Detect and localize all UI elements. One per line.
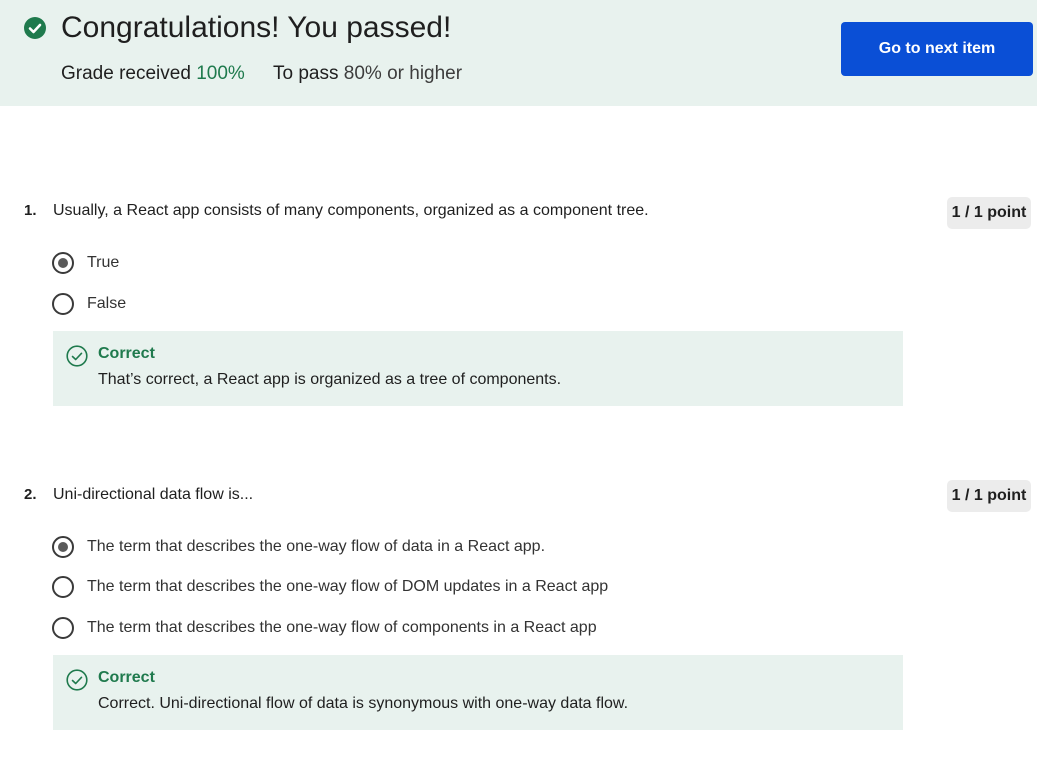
question-number: 1.	[24, 202, 37, 219]
feedback-text: That’s correct, a React app is organized…	[98, 371, 562, 388]
feedback-box: Correct Correct. Uni-directional flow of…	[53, 655, 903, 730]
to-pass-value: 80% or higher	[343, 63, 463, 84]
option-2[interactable]: The term that describes the one-way flow…	[52, 575, 608, 599]
question-number: 2.	[24, 486, 37, 503]
radio-selected[interactable]	[52, 252, 74, 274]
feedback-box: Correct That’s correct, a React app is o…	[53, 331, 903, 406]
pass-banner: Congratulations! You passed! Grade recei…	[0, 0, 1037, 106]
option-3[interactable]: The term that describes the one-way flow…	[52, 616, 597, 640]
option-false[interactable]: False	[52, 292, 126, 316]
option-label: The term that describes the one-way flow…	[87, 619, 597, 636]
check-circle-filled-icon	[24, 17, 46, 39]
feedback-text: Correct. Uni-directional flow of data is…	[98, 695, 629, 712]
question-text: Usually, a React app consists of many co…	[53, 202, 649, 219]
check-circle-outline-icon	[66, 669, 88, 691]
page-title: Congratulations! You passed!	[61, 11, 452, 44]
question-text: Uni-directional data flow is...	[53, 486, 254, 503]
grade-received-value: 100%	[196, 63, 245, 84]
radio-unselected[interactable]	[52, 293, 74, 315]
option-label: The term that describes the one-way flow…	[87, 578, 609, 595]
option-label: The term that describes the one-way flow…	[87, 538, 546, 555]
grade-received-label: Grade received	[61, 63, 191, 84]
option-label: False	[87, 295, 127, 312]
go-to-next-item-button[interactable]: Go to next item	[841, 22, 1033, 76]
to-pass-label: To pass	[273, 63, 339, 84]
option-true[interactable]: True	[52, 251, 119, 275]
feedback-title: Correct	[98, 345, 155, 362]
radio-unselected[interactable]	[52, 617, 74, 639]
grade-summary: Grade received 100% To pass 80% or highe…	[61, 61, 462, 87]
points-badge: 1 / 1 point	[947, 480, 1031, 512]
radio-unselected[interactable]	[52, 576, 74, 598]
feedback-title: Correct	[98, 669, 155, 686]
option-label: True	[87, 254, 120, 271]
check-circle-outline-icon	[66, 345, 88, 367]
radio-selected[interactable]	[52, 536, 74, 558]
points-badge: 1 / 1 point	[947, 197, 1031, 229]
option-1[interactable]: The term that describes the one-way flow…	[52, 535, 545, 559]
